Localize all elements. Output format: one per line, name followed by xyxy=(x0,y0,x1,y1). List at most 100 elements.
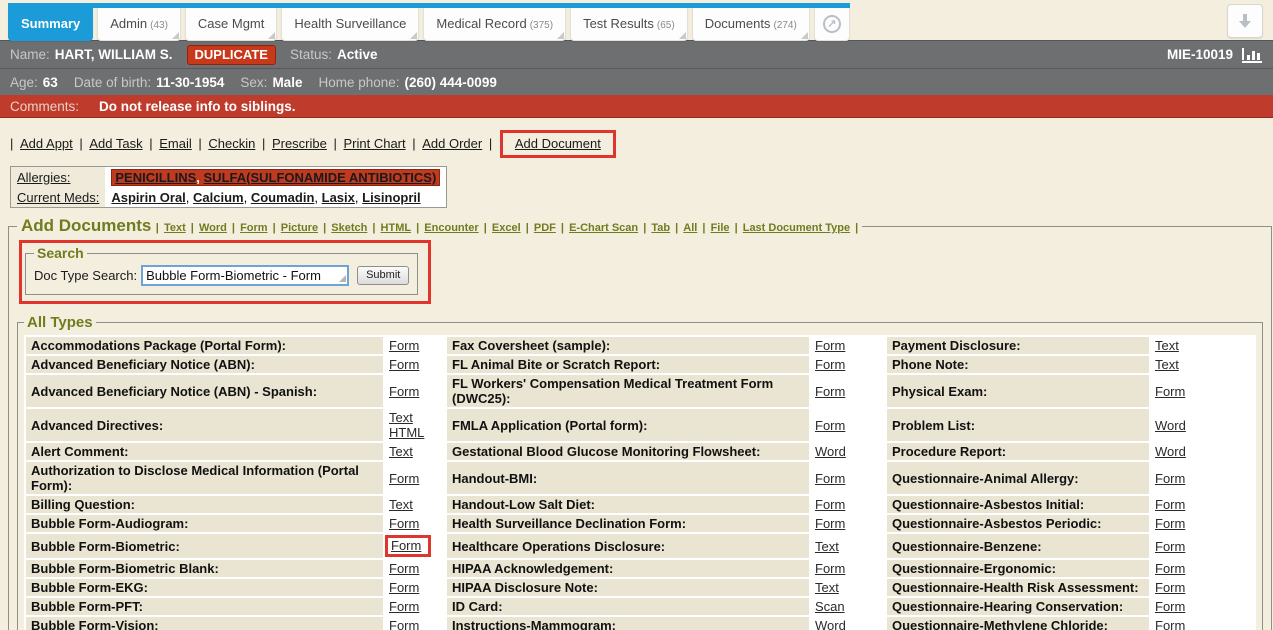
document-types-table: Accommodations Package (Portal Form):For… xyxy=(24,335,1256,630)
doc-type-link-picture[interactable]: Picture xyxy=(281,222,318,234)
open-handout-bmi-form[interactable]: Form xyxy=(815,471,845,486)
open-questionnaire-animal-allergy-form[interactable]: Form xyxy=(1155,471,1185,486)
open-authorization-to-disclose-medical-information-portal-form-form[interactable]: Form xyxy=(389,471,419,486)
search-row: Doc Type Search: Submit xyxy=(34,265,409,286)
open-questionnaire-benzene-form[interactable]: Form xyxy=(1155,539,1185,554)
open-fl-workers-compensation-medical-treatment-form-dwc25-form[interactable]: Form xyxy=(815,384,845,399)
doc-type-link-excel[interactable]: Excel xyxy=(492,222,521,234)
doc-type-link-word[interactable]: Word xyxy=(199,222,227,234)
bar-chart-icon[interactable] xyxy=(1241,47,1263,63)
open-advanced-beneficiary-notice-abn-form[interactable]: Form xyxy=(389,357,419,372)
open-physical-exam-form[interactable]: Form xyxy=(1155,384,1185,399)
doc-type-label: Handout-BMI: xyxy=(447,462,809,494)
open-fmla-application-portal-form-form[interactable]: Form xyxy=(815,418,845,433)
action-add-document[interactable]: Add Document xyxy=(515,136,601,151)
action-checkin[interactable]: Checkin xyxy=(208,136,255,151)
tab-count: (65) xyxy=(657,20,675,31)
current-meds-link[interactable]: Current Meds: xyxy=(17,190,99,205)
doc-type-link-file[interactable]: File xyxy=(711,222,730,234)
open-fl-animal-bite-or-scratch-report-form[interactable]: Form xyxy=(815,357,845,372)
action-prescribe[interactable]: Prescribe xyxy=(272,136,327,151)
open-phone-note-text[interactable]: Text xyxy=(1155,357,1179,372)
allergy-penicillins[interactable]: PENICILLINS xyxy=(115,170,196,185)
tab-external-link[interactable]: ↗ xyxy=(814,8,850,41)
open-bubble-form-vision-form[interactable]: Form xyxy=(389,618,419,630)
open-accommodations-package-portal-form-form[interactable]: Form xyxy=(389,338,419,353)
doc-type-link-cell: Form xyxy=(1151,617,1254,630)
tab-health-surveillance[interactable]: Health Surveillance xyxy=(281,8,419,41)
open-billing-question-text[interactable]: Text xyxy=(389,497,413,512)
tab-label: Summary xyxy=(21,16,80,31)
open-questionnaire-health-risk-assessment-form[interactable]: Form xyxy=(1155,580,1185,595)
med-coumadin[interactable]: Coumadin xyxy=(251,190,315,205)
action-add-order[interactable]: Add Order xyxy=(422,136,482,151)
doc-type-search-input[interactable] xyxy=(141,265,349,286)
open-questionnaire-methylene-chloride-form[interactable]: Form xyxy=(1155,618,1185,630)
doc-type-link-pdf[interactable]: PDF xyxy=(534,222,556,234)
allergies-link[interactable]: Allergies: xyxy=(17,170,70,185)
open-bubble-form-biometric-blank-form[interactable]: Form xyxy=(389,561,419,576)
open-bubble-form-biometric-form[interactable]: Form xyxy=(391,538,421,553)
doc-type-label: Questionnaire-Animal Allergy: xyxy=(887,462,1149,494)
action-email[interactable]: Email xyxy=(159,136,192,151)
patient-age: 63 xyxy=(43,75,58,90)
doc-type-link-e-chart-scan[interactable]: E-Chart Scan xyxy=(569,222,638,234)
open-instructions-mammogram-word[interactable]: Word xyxy=(815,618,846,630)
open-bubble-form-audiogram-form[interactable]: Form xyxy=(389,516,419,531)
tab-summary[interactable]: Summary xyxy=(8,8,93,41)
doc-type-link-sketch[interactable]: Sketch xyxy=(331,222,367,234)
comments-bar: Comments: Do not release info to sibling… xyxy=(0,95,1273,118)
doc-type-link-last-document-type[interactable]: Last Document Type xyxy=(743,222,850,234)
action-add-task[interactable]: Add Task xyxy=(89,136,142,151)
doc-type-label: Advanced Directives: xyxy=(26,409,383,441)
doc-type-link-cell: Form xyxy=(385,617,445,630)
med-aspirin-oral[interactable]: Aspirin Oral xyxy=(111,190,185,205)
open-questionnaire-asbestos-initial-form[interactable]: Form xyxy=(1155,497,1185,512)
open-advanced-directives-html[interactable]: HTML xyxy=(389,425,441,440)
open-gestational-blood-glucose-monitoring-flowsheet-word[interactable]: Word xyxy=(815,444,846,459)
tab-documents[interactable]: Documents(274) xyxy=(692,8,810,41)
tab-test-results[interactable]: Test Results(65) xyxy=(570,8,688,41)
open-fax-coversheet-sample-form[interactable]: Form xyxy=(815,338,845,353)
open-questionnaire-hearing-conservation-form[interactable]: Form xyxy=(1155,599,1185,614)
doc-type-link-text[interactable]: Text xyxy=(164,222,186,234)
open-problem-list-word[interactable]: Word xyxy=(1155,418,1186,433)
open-healthcare-operations-disclosure-text[interactable]: Text xyxy=(815,539,839,554)
tab-medical-record[interactable]: Medical Record(375) xyxy=(423,8,566,41)
open-payment-disclosure-text[interactable]: Text xyxy=(1155,338,1179,353)
annotation-form-link: Form xyxy=(385,535,431,557)
doc-type-link-cell: Form xyxy=(385,515,445,532)
doc-type-link-all[interactable]: All xyxy=(683,222,697,234)
doc-type-link-html[interactable]: HTML xyxy=(381,222,412,234)
open-id-card-scan[interactable]: Scan xyxy=(815,599,845,614)
action-print-chart[interactable]: Print Chart xyxy=(343,136,405,151)
submit-button[interactable]: Submit xyxy=(357,266,409,285)
open-alert-comment-text[interactable]: Text xyxy=(389,444,413,459)
open-bubble-form-pft-form[interactable]: Form xyxy=(389,599,419,614)
open-handout-low-salt-diet-form[interactable]: Form xyxy=(815,497,845,512)
open-hipaa-acknowledgement-form[interactable]: Form xyxy=(815,561,845,576)
open-advanced-beneficiary-notice-abn-spanish-form[interactable]: Form xyxy=(389,384,419,399)
open-advanced-directives-text[interactable]: Text xyxy=(389,410,441,425)
doc-type-link-cell: Form xyxy=(1151,560,1254,577)
action-add-appt[interactable]: Add Appt xyxy=(20,136,73,151)
med-calcium[interactable]: Calcium xyxy=(193,190,244,205)
tab-case-mgmt[interactable]: Case Mgmt xyxy=(185,8,277,41)
med-lasix[interactable]: Lasix xyxy=(322,190,355,205)
med-lisinopril[interactable]: Lisinopril xyxy=(362,190,421,205)
open-procedure-report-word[interactable]: Word xyxy=(1155,444,1186,459)
tab-admin[interactable]: Admin(43) xyxy=(97,8,181,41)
open-bubble-form-ekg-form[interactable]: Form xyxy=(389,580,419,595)
doc-type-link-form[interactable]: Form xyxy=(240,222,268,234)
tab-label: Case Mgmt xyxy=(198,16,264,31)
open-hipaa-disclosure-note-text[interactable]: Text xyxy=(815,580,839,595)
allergy-sulfa-sulfonamide-antibiotics[interactable]: SULFA(SULFONAMIDE ANTIBIOTICS) xyxy=(204,170,437,185)
open-questionnaire-asbestos-periodic-form[interactable]: Form xyxy=(1155,516,1185,531)
doc-type-label: FL Workers' Compensation Medical Treatme… xyxy=(447,375,809,407)
open-health-surveillance-declination-form-form[interactable]: Form xyxy=(815,516,845,531)
doc-type-label: HIPAA Disclosure Note: xyxy=(447,579,809,596)
doc-type-link-tab[interactable]: Tab xyxy=(651,222,670,234)
open-questionnaire-ergonomic-form[interactable]: Form xyxy=(1155,561,1185,576)
doc-type-link-encounter[interactable]: Encounter xyxy=(424,222,478,234)
download-button[interactable] xyxy=(1227,4,1263,38)
